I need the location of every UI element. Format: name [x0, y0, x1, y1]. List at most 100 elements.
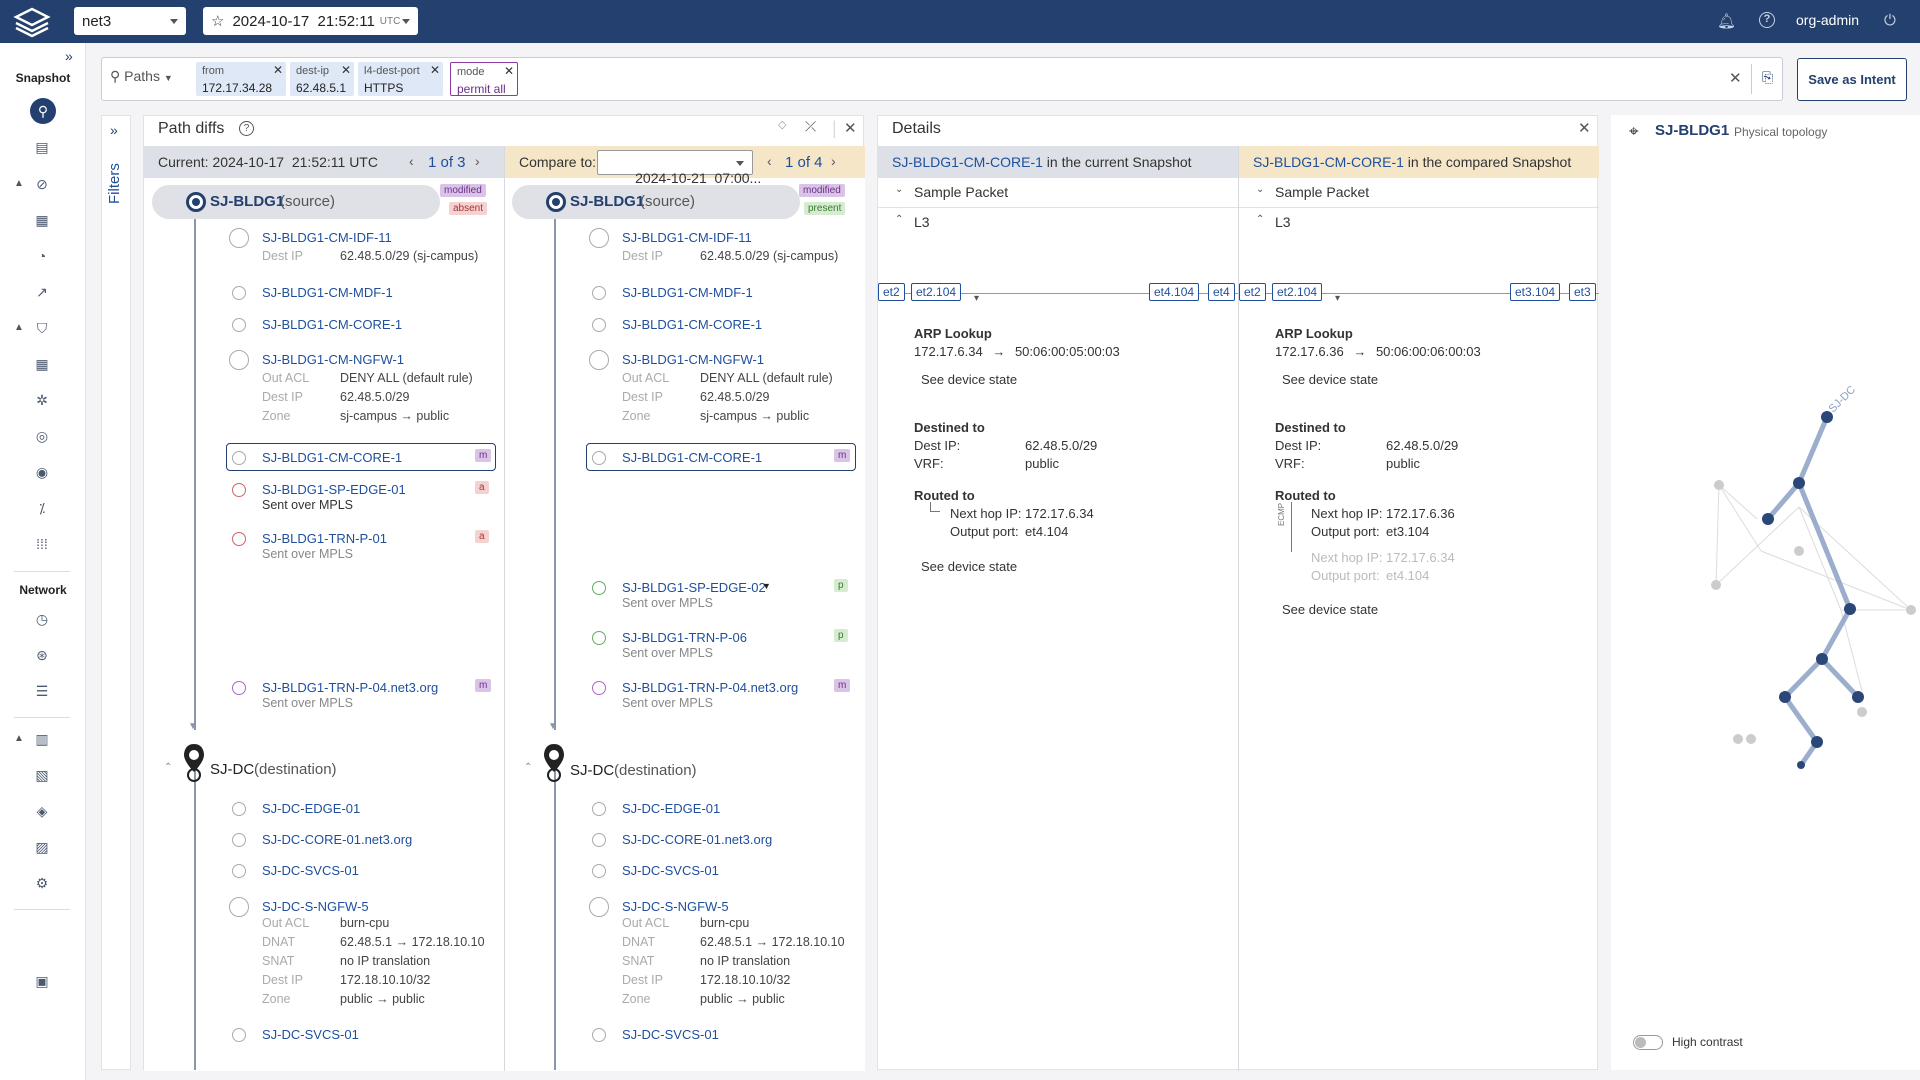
close-icon[interactable]: ✕: [273, 64, 283, 77]
close-icon[interactable]: ✕: [341, 64, 351, 77]
hop-name[interactable]: SJ-BLDG1-TRN-P-01: [262, 531, 387, 546]
see-device-state-link[interactable]: See device state: [921, 372, 1017, 387]
close-icon[interactable]: ✕: [504, 65, 514, 78]
gear-icon[interactable]: ⚙: [32, 873, 52, 893]
hop-name[interactable]: SJ-BLDG1-CM-NGFW-1: [262, 352, 404, 367]
hop-name[interactable]: SJ-DC-CORE-01.net3.org: [622, 832, 772, 847]
hop-name[interactable]: SJ-DC-SVCS-01: [622, 1027, 719, 1042]
filter-chip-dest-ip[interactable]: dest-ip 62.48.5.1 ✕: [290, 62, 354, 96]
hop-name[interactable]: SJ-BLDG1-CM-IDF-11: [262, 230, 392, 245]
collection-icon[interactable]: ▧: [32, 765, 52, 785]
device-link[interactable]: SJ-BLDG1-CM-CORE-1: [892, 154, 1043, 170]
bell-icon[interactable]: 🔔︎: [1717, 12, 1736, 30]
compare-snapshot-select[interactable]: 2024-10-21 07:00...: [597, 150, 761, 186]
collapse-toggle-icon[interactable]: ⌃: [524, 762, 532, 773]
percent-icon[interactable]: ⁒: [32, 498, 52, 518]
save-as-intent-button[interactable]: Save as Intent: [1797, 58, 1907, 101]
network-select[interactable]: net3: [74, 7, 186, 35]
clear-icon[interactable]: ✕: [1729, 69, 1742, 87]
user-menu[interactable]: org-admin: [1796, 12, 1859, 28]
hop-name[interactable]: SJ-BLDG1-TRN-P-04.net3.org: [622, 680, 798, 695]
close-icon[interactable]: ✕: [430, 64, 440, 77]
hop-name[interactable]: SJ-BLDG1-SP-EDGE-02: [622, 580, 766, 595]
port-label[interactable]: et4: [1208, 283, 1235, 301]
collapse-all-icon[interactable]: ⤫: [805, 118, 816, 135]
dashboard-icon[interactable]: ◷: [32, 609, 52, 629]
inventory-icon[interactable]: ▤: [32, 137, 52, 157]
collapse-toggle-icon[interactable]: ▲: [14, 178, 24, 189]
close-icon[interactable]: ✕: [1578, 119, 1591, 137]
hop-name[interactable]: SJ-BLDG1-CM-MDF-1: [622, 285, 753, 300]
grid-icon[interactable]: ▦: [32, 354, 52, 374]
hop-name[interactable]: SJ-BLDG1-SP-EDGE-01: [262, 482, 406, 497]
admin-icon[interactable]: ▣: [32, 971, 52, 991]
filter-chip-from[interactable]: from 172.17.34.28 ✕: [196, 62, 286, 96]
filter-chip-mode[interactable]: mode permit all ✕: [450, 62, 518, 96]
close-icon[interactable]: ✕: [844, 119, 857, 137]
exposure-icon[interactable]: ◉: [32, 462, 52, 482]
port-label[interactable]: et4.104: [1149, 283, 1200, 301]
hop-name[interactable]: SJ-DC-S-NGFW-5: [262, 899, 369, 914]
prev-icon[interactable]: ‹: [409, 153, 414, 169]
port-label[interactable]: et2: [1239, 283, 1266, 301]
source-node[interactable]: SJ-BLDG1 (source): [152, 185, 440, 219]
see-device-state-link[interactable]: See device state: [1282, 372, 1378, 387]
hop-name[interactable]: SJ-BLDG1-TRN-P-06: [622, 630, 747, 645]
port-label[interactable]: et2.104: [1272, 283, 1323, 301]
hop-name[interactable]: SJ-BLDG1-CM-CORE-1: [622, 317, 762, 332]
apps-icon[interactable]: ⁞⁞⁞: [32, 534, 52, 554]
chevron-down-icon[interactable]: ▼: [762, 581, 771, 591]
expand-filters-icon[interactable]: »: [110, 122, 118, 138]
see-device-state-link[interactable]: See device state: [1282, 602, 1378, 617]
topology-graph[interactable]: SJ-DC: [1611, 115, 1920, 1070]
collapse-toggle-icon[interactable]: ⌃: [164, 762, 172, 773]
chart-icon[interactable]: ▥: [32, 729, 52, 749]
hop-name[interactable]: SJ-BLDG1-TRN-P-04.net3.org: [262, 680, 438, 695]
prev-icon[interactable]: ‹: [767, 153, 772, 169]
port-label[interactable]: et2.104: [911, 283, 962, 301]
hop-name[interactable]: SJ-DC-S-NGFW-5: [622, 899, 729, 914]
hop-name[interactable]: SJ-BLDG1-CM-MDF-1: [262, 285, 393, 300]
alerts-icon[interactable]: ▦: [32, 210, 52, 230]
help-icon[interactable]: ?: [239, 121, 254, 136]
l3-section[interactable]: ⌃ L3: [878, 214, 1238, 230]
see-device-state-link[interactable]: See device state: [921, 559, 1017, 574]
hop-name[interactable]: SJ-DC-EDGE-01: [262, 801, 360, 816]
snapshot-select[interactable]: ☆ 2024-10-17 21:52:11 UTC: [203, 7, 418, 35]
copy-icon[interactable]: ⎘: [1762, 69, 1773, 86]
collapse-toggle-icon[interactable]: ▲: [14, 733, 24, 744]
hop-name[interactable]: SJ-BLDG1-CM-CORE-1: [262, 317, 402, 332]
high-contrast-toggle[interactable]: [1633, 1035, 1663, 1050]
hop-name[interactable]: SJ-BLDG1-CM-CORE-1: [262, 450, 402, 465]
star-icon[interactable]: ☆: [211, 12, 224, 30]
next-icon[interactable]: ›: [475, 153, 480, 169]
expand-collapse-icon[interactable]: ◇: [778, 118, 786, 131]
filters-collapsed-panel[interactable]: » Filters: [101, 115, 131, 1070]
sample-packet-section[interactable]: ⌄ Sample Packet: [1239, 178, 1599, 208]
hop-name[interactable]: SJ-BLDG1-CM-IDF-11: [622, 230, 752, 245]
shield-icon[interactable]: ⛉: [32, 318, 52, 338]
help-icon[interactable]: ?: [1759, 12, 1775, 28]
query-type-select[interactable]: ⚲ Paths ▼: [110, 68, 173, 85]
path-icon[interactable]: ↗: [32, 282, 52, 302]
sliders-icon[interactable]: ☰: [32, 681, 52, 701]
filters-label[interactable]: Filters: [106, 144, 123, 204]
search-icon[interactable]: ⚲: [30, 98, 56, 124]
hop-name[interactable]: SJ-DC-CORE-01.net3.org: [262, 832, 412, 847]
port-label[interactable]: et3: [1569, 283, 1596, 301]
device-link[interactable]: SJ-BLDG1-CM-CORE-1: [1253, 154, 1404, 170]
source-node[interactable]: SJ-BLDG1 (source): [512, 185, 800, 219]
target-icon[interactable]: ◎: [32, 426, 52, 446]
expand-sidebar-icon[interactable]: »: [65, 48, 73, 64]
hop-name[interactable]: SJ-DC-EDGE-01: [622, 801, 720, 816]
port-label[interactable]: et3.104: [1510, 283, 1561, 301]
hop-name[interactable]: SJ-BLDG1-CM-NGFW-1: [622, 352, 764, 367]
hop-name[interactable]: SJ-DC-SVCS-01: [622, 863, 719, 878]
hop-name[interactable]: SJ-DC-SVCS-01: [262, 1027, 359, 1042]
port-label[interactable]: et2: [878, 283, 905, 301]
integration-icon[interactable]: ◈: [32, 801, 52, 821]
hop-name[interactable]: SJ-BLDG1-CM-CORE-1: [622, 450, 762, 465]
l3-section[interactable]: ⌃ L3: [1239, 214, 1599, 230]
collapse-toggle-icon[interactable]: ▲: [14, 322, 24, 333]
checks-icon[interactable]: ⊘: [32, 174, 52, 194]
